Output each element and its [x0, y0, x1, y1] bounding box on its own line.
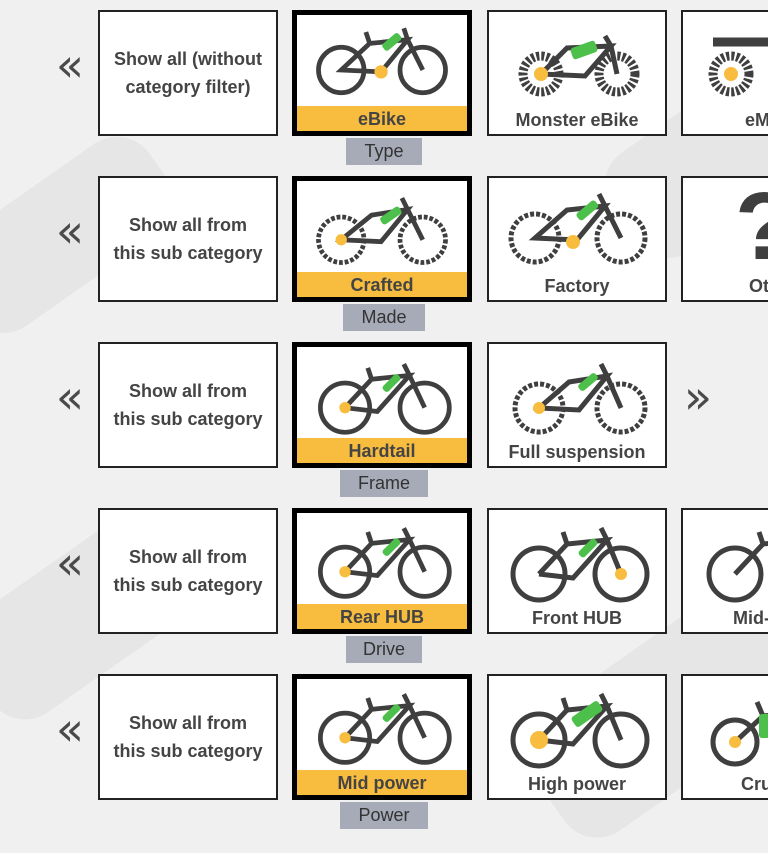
filter-row-drive: « Show all from this sub category Rear H…	[0, 498, 768, 664]
forward-arrow-icon[interactable]: »	[678, 372, 718, 422]
question-mark-icon: ?	[683, 178, 768, 280]
tile-other[interactable]: ? Ot	[681, 176, 768, 302]
show-all-button[interactable]: Show all from this sub category	[98, 176, 278, 302]
factory-bike-icon	[489, 178, 665, 274]
tile-label: Factory	[544, 276, 610, 296]
ebike-icon	[297, 15, 467, 106]
tile-mid-drive[interactable]: Mid-	[681, 508, 768, 634]
tile-label: Cru	[741, 774, 768, 794]
tile-label: High power	[528, 774, 626, 794]
tile-hardtail[interactable]: Hardtail	[292, 342, 472, 468]
show-all-button[interactable]: Show all from this sub category	[98, 674, 278, 800]
category-label: Power	[340, 802, 428, 829]
tile-crafted[interactable]: Crafted	[292, 176, 472, 302]
tile-rear-hub[interactable]: Rear HUB	[292, 508, 472, 634]
category-label: Made	[343, 304, 425, 331]
tile-emoto[interactable]: eM	[681, 10, 768, 136]
show-all-button[interactable]: Show all from this sub category	[98, 342, 278, 468]
mid-drive-bike-icon	[683, 510, 768, 606]
back-arrow-icon[interactable]: «	[50, 372, 90, 422]
tile-label: eBike	[297, 106, 467, 131]
show-all-label: Show all from this sub category	[113, 547, 263, 595]
filter-row-made: « Show all from this sub category Crafte…	[0, 166, 768, 332]
show-all-label: Show all from this sub category	[113, 713, 263, 761]
hardtail-bike-icon	[297, 347, 467, 438]
tile-mid-power[interactable]: Mid power	[292, 674, 472, 800]
filter-row-power: « Show all from this sub category Mid po…	[0, 664, 768, 830]
tile-label: Front HUB	[532, 608, 622, 628]
rear-hub-bike-icon	[297, 513, 467, 604]
crafted-bike-icon	[297, 181, 467, 272]
tile-cruiser[interactable]: Cru	[681, 674, 768, 800]
tile-label: Mid power	[297, 770, 467, 795]
cruiser-bike-icon	[683, 676, 768, 772]
category-label: Type	[346, 138, 422, 165]
tile-label: Hardtail	[297, 438, 467, 463]
back-arrow-icon[interactable]: «	[50, 538, 90, 588]
tile-high-power[interactable]: High power	[487, 674, 667, 800]
filter-row-frame: « Show all from this sub category Hardta…	[0, 332, 768, 498]
show-all-button[interactable]: Show all (without category filter)	[98, 10, 278, 136]
mid-power-bike-icon	[297, 679, 467, 770]
show-all-label: Show all (without category filter)	[114, 49, 262, 97]
emoto-icon	[683, 12, 768, 108]
tile-label: Mid-	[733, 608, 768, 628]
monster-ebike-icon	[489, 12, 665, 108]
tile-label: Full suspension	[508, 442, 646, 462]
tile-factory[interactable]: Factory	[487, 176, 667, 302]
tile-label: Crafted	[297, 272, 467, 297]
front-hub-bike-icon	[489, 510, 665, 606]
show-all-button[interactable]: Show all from this sub category	[98, 508, 278, 634]
tile-label: Ot	[749, 276, 768, 296]
filter-row-type: « Show all (without category filter) eBi…	[0, 0, 768, 166]
tile-label: Monster eBike	[515, 110, 639, 130]
tile-front-hub[interactable]: Front HUB	[487, 508, 667, 634]
back-arrow-icon[interactable]: «	[50, 40, 90, 90]
category-label: Frame	[340, 470, 428, 497]
full-suspension-bike-icon	[489, 344, 665, 440]
show-all-label: Show all from this sub category	[113, 215, 263, 263]
tile-monster-ebike[interactable]: Monster eBike	[487, 10, 667, 136]
tile-label: eM	[745, 110, 768, 130]
category-label: Drive	[346, 636, 422, 663]
back-arrow-icon[interactable]: «	[50, 206, 90, 256]
show-all-label: Show all from this sub category	[113, 381, 263, 429]
high-power-bike-icon	[489, 676, 665, 772]
back-arrow-icon[interactable]: «	[50, 704, 90, 754]
tile-label: Rear HUB	[297, 604, 467, 629]
tile-full-suspension[interactable]: Full suspension	[487, 342, 667, 468]
tile-ebike[interactable]: eBike	[292, 10, 472, 136]
